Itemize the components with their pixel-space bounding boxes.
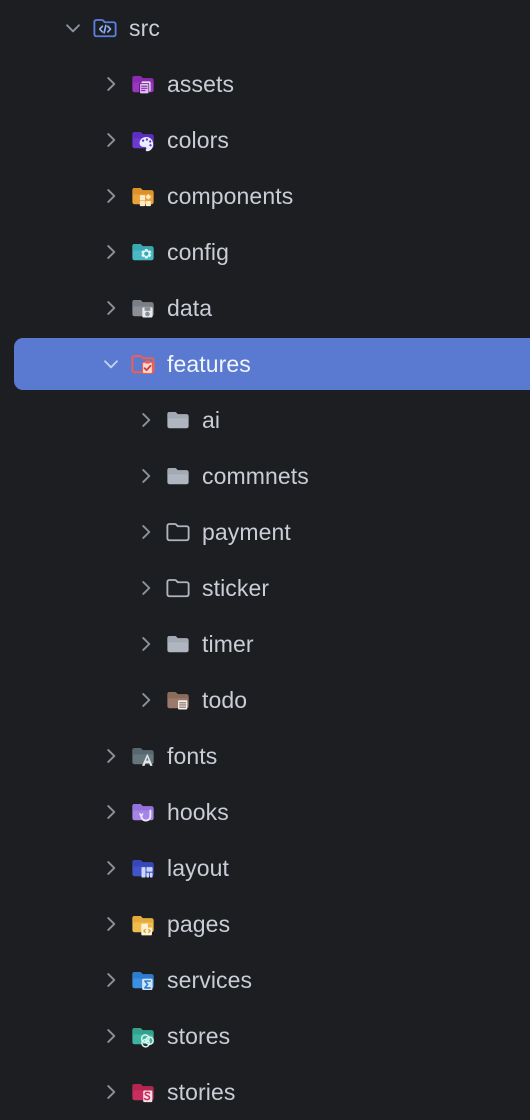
chevron-right-icon[interactable] (135, 689, 157, 711)
tree-item-payment[interactable]: payment (0, 504, 530, 560)
tree-item-fonts[interactable]: fonts (0, 728, 530, 784)
chevron-right-icon[interactable] (135, 465, 157, 487)
folder-fonts-letter-icon (130, 743, 156, 769)
tree-item-label: hooks (167, 799, 229, 825)
tree-item-commnets[interactable]: commnets (0, 448, 530, 504)
tree-item-label: assets (167, 71, 235, 97)
chevron-right-icon[interactable] (100, 73, 122, 95)
tree-item-label: services (167, 967, 253, 993)
tree-item-stories[interactable]: stories (0, 1064, 530, 1120)
tree-item-label: data (167, 295, 213, 321)
folder-src-code-icon (92, 15, 118, 41)
folder-hooks-icon (130, 799, 156, 825)
chevron-right-icon[interactable] (135, 577, 157, 599)
chevron-right-icon[interactable] (135, 521, 157, 543)
tree-item-features[interactable]: features (0, 336, 530, 392)
folder-outline-icon (165, 575, 191, 601)
tree-item-label: todo (202, 687, 248, 713)
chevron-right-icon[interactable] (100, 129, 122, 151)
chevron-right-icon[interactable] (100, 185, 122, 207)
chevron-right-icon[interactable] (100, 857, 122, 879)
tree-item-src[interactable]: src (0, 0, 530, 56)
tree-item-label: fonts (167, 743, 218, 769)
folder-layout-grid-icon (130, 855, 156, 881)
tree-item-components[interactable]: components (0, 168, 530, 224)
tree-item-label: stores (167, 1023, 231, 1049)
folder-features-checklist-icon (130, 351, 156, 377)
folder-colors-palette-icon (130, 127, 156, 153)
folder-components-icon (130, 183, 156, 209)
chevron-right-icon[interactable] (100, 297, 122, 319)
folder-todo-list-icon (165, 687, 191, 713)
tree-item-label: config (167, 239, 229, 265)
folder-config-gear-icon (130, 239, 156, 265)
folder-filled-icon (165, 631, 191, 657)
chevron-right-icon[interactable] (135, 409, 157, 431)
folder-services-sigma-icon (130, 967, 156, 993)
tree-item-label: pages (167, 911, 231, 937)
folder-filled-icon (165, 463, 191, 489)
chevron-down-icon[interactable] (62, 17, 84, 39)
tree-item-data[interactable]: data (0, 280, 530, 336)
folder-stores-redux-icon (130, 1023, 156, 1049)
tree-item-ai[interactable]: ai (0, 392, 530, 448)
tree-item-colors[interactable]: colors (0, 112, 530, 168)
tree-item-hooks[interactable]: hooks (0, 784, 530, 840)
folder-filled-icon (165, 407, 191, 433)
tree-item-label: layout (167, 855, 229, 881)
chevron-right-icon[interactable] (100, 745, 122, 767)
tree-item-label: payment (202, 519, 291, 545)
chevron-right-icon[interactable] (100, 1025, 122, 1047)
chevron-right-icon[interactable] (135, 633, 157, 655)
tree-item-label: stories (167, 1079, 236, 1105)
tree-item-pages[interactable]: pages (0, 896, 530, 952)
tree-item-services[interactable]: services (0, 952, 530, 1008)
chevron-right-icon[interactable] (100, 913, 122, 935)
folder-assets-icon (130, 71, 156, 97)
tree-item-label: ai (202, 407, 221, 433)
chevron-down-icon[interactable] (100, 353, 122, 375)
tree-item-label: timer (202, 631, 254, 657)
tree-item-label: colors (167, 127, 229, 153)
tree-item-sticker[interactable]: sticker (0, 560, 530, 616)
folder-data-disk-icon (130, 295, 156, 321)
tree-item-label: sticker (202, 575, 270, 601)
tree-item-todo[interactable]: todo (0, 672, 530, 728)
chevron-right-icon[interactable] (100, 969, 122, 991)
tree-item-layout[interactable]: layout (0, 840, 530, 896)
chevron-right-icon[interactable] (100, 801, 122, 823)
tree-item-label: components (167, 183, 294, 209)
folder-pages-icon (130, 911, 156, 937)
folder-stories-storybook-icon (130, 1079, 156, 1105)
tree-item-stores[interactable]: stores (0, 1008, 530, 1064)
chevron-right-icon[interactable] (100, 241, 122, 263)
chevron-right-icon[interactable] (100, 1081, 122, 1103)
tree-item-assets[interactable]: assets (0, 56, 530, 112)
tree-item-config[interactable]: config (0, 224, 530, 280)
tree-item-label: commnets (202, 463, 309, 489)
file-explorer-tree: src assets colors components config data featu… (0, 0, 530, 1120)
folder-outline-icon (165, 519, 191, 545)
tree-item-label: src (129, 15, 160, 41)
tree-item-timer[interactable]: timer (0, 616, 530, 672)
tree-item-label: features (167, 351, 251, 377)
